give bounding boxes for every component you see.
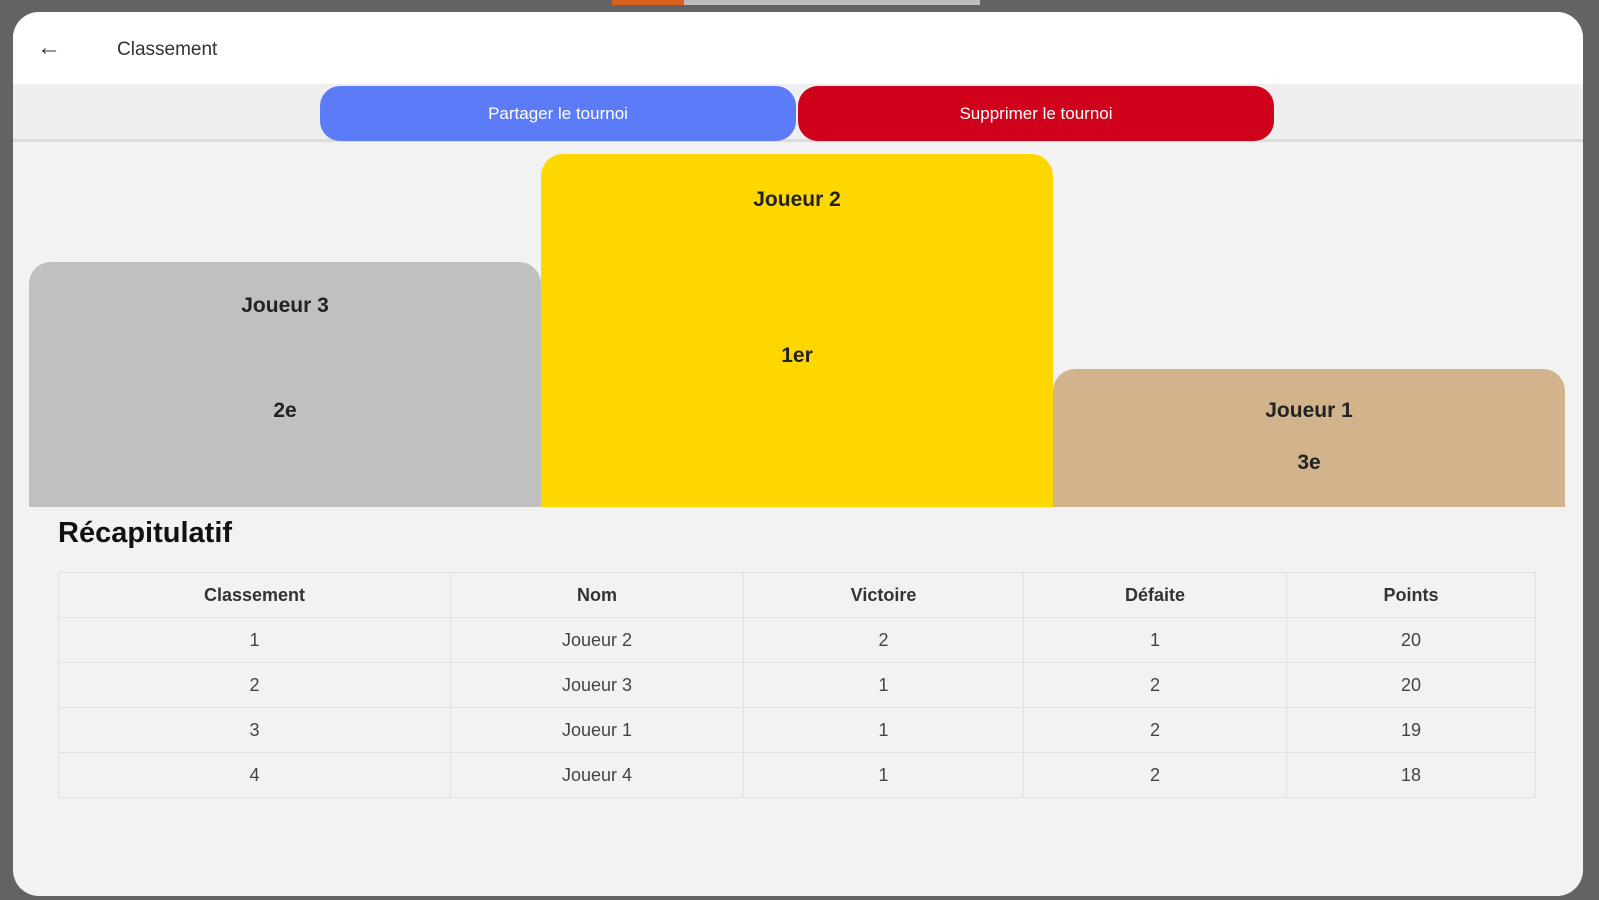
table-cell: 2: [1023, 662, 1287, 708]
podium-third-rank: 3e: [1297, 451, 1321, 474]
share-tournament-button[interactable]: Partager le tournoi: [320, 86, 796, 141]
table-cell: Joueur 1: [450, 707, 744, 753]
table-cell: Joueur 2: [450, 617, 744, 663]
status-indicator-track: [684, 0, 980, 5]
table-cell: 20: [1286, 617, 1536, 663]
table-cell: 1: [743, 752, 1024, 798]
podium-second-name: Joueur 3: [241, 294, 329, 317]
table-header-row: Classement Nom Victoire Défaite Points: [58, 572, 1536, 618]
column-header: Classement: [58, 572, 451, 618]
back-arrow-icon[interactable]: ←: [37, 34, 61, 62]
column-header: Victoire: [743, 572, 1024, 618]
table-cell: 19: [1286, 707, 1536, 753]
app-header: ← Classement: [13, 12, 1583, 84]
table-row: 2 Joueur 3 1 2 20: [58, 662, 1536, 708]
table-cell: 1: [58, 617, 451, 663]
summary-title: Récapitulatif: [58, 517, 233, 549]
action-bar: Partager le tournoi Supprimer le tournoi: [13, 84, 1583, 142]
table-cell: 2: [1023, 707, 1287, 753]
summary-table: Classement Nom Victoire Défaite Points 1…: [58, 572, 1536, 798]
column-header: Défaite: [1023, 572, 1287, 618]
column-header: Nom: [450, 572, 744, 618]
podium-third: Joueur 1 3e: [1053, 369, 1565, 507]
podium-first-rank: 1er: [781, 344, 813, 367]
podium-first-name: Joueur 2: [753, 188, 841, 211]
table-cell: 1: [743, 662, 1024, 708]
page-title: Classement: [117, 39, 218, 60]
podium-second: Joueur 3 2e: [29, 262, 541, 507]
table-cell: 2: [58, 662, 451, 708]
table-cell: 1: [1023, 617, 1287, 663]
table-cell: 2: [1023, 752, 1287, 798]
delete-tournament-button[interactable]: Supprimer le tournoi: [798, 86, 1274, 141]
podium-third-name: Joueur 1: [1265, 399, 1353, 422]
table-cell: 2: [743, 617, 1024, 663]
table-cell: 1: [743, 707, 1024, 753]
table-cell: 4: [58, 752, 451, 798]
status-indicator: [612, 0, 684, 5]
table-cell: 20: [1286, 662, 1536, 708]
table-cell: 18: [1286, 752, 1536, 798]
podium-first: Joueur 2 1er: [541, 154, 1053, 507]
column-header: Points: [1286, 572, 1536, 618]
table-cell: Joueur 4: [450, 752, 744, 798]
podium-second-rank: 2e: [273, 399, 297, 422]
app-screen: ← Classement Partager le tournoi Supprim…: [13, 12, 1583, 896]
table-row: 4 Joueur 4 1 2 18: [58, 752, 1536, 798]
table-cell: Joueur 3: [450, 662, 744, 708]
table-cell: 3: [58, 707, 451, 753]
table-row: 1 Joueur 2 2 1 20: [58, 617, 1536, 663]
table-row: 3 Joueur 1 1 2 19: [58, 707, 1536, 753]
